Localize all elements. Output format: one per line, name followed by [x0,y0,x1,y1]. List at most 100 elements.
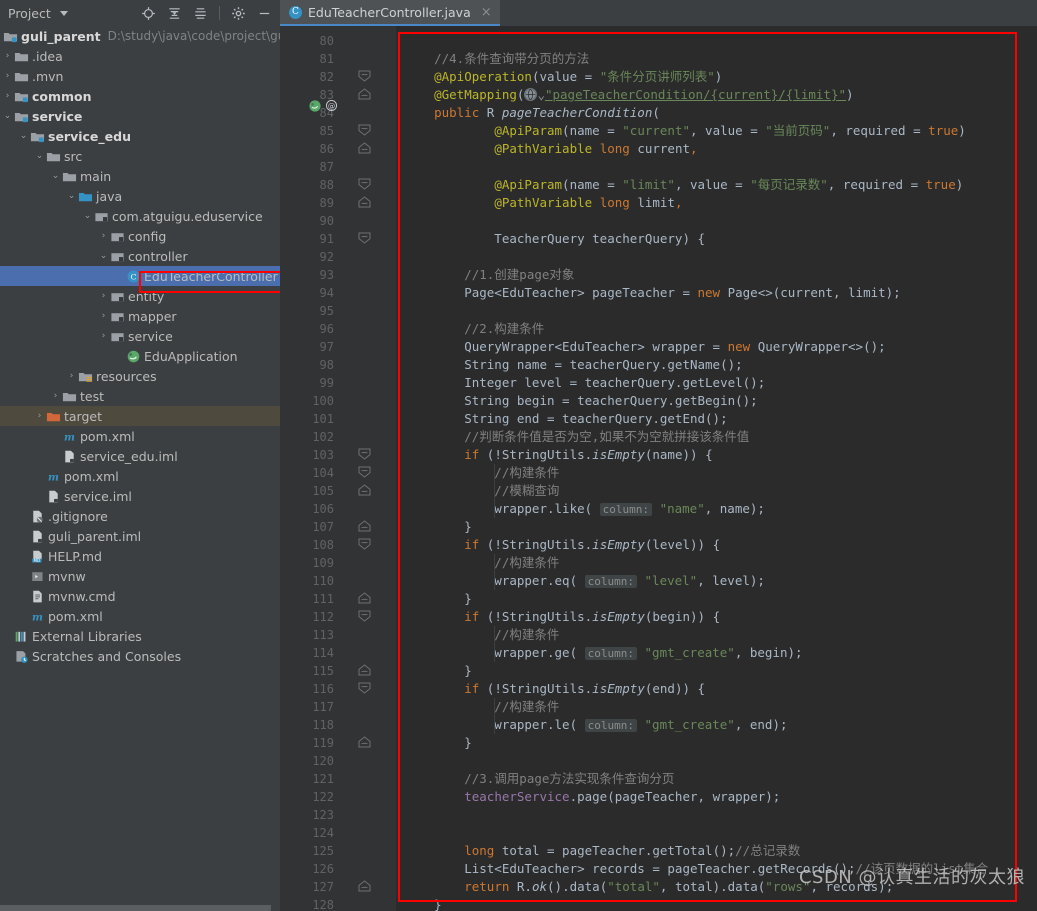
tree-item-target[interactable]: › target [0,406,280,426]
chevron-right-icon[interactable]: › [98,331,109,341]
fold-marker-down[interactable] [358,124,371,137]
tree-item-mvnw-cmd[interactable]: mvnw.cmd [0,586,280,606]
tree-item-pom-xml[interactable]: m pom.xml [0,606,280,626]
chevron-right-icon[interactable]: › [2,71,13,81]
chevron-right-icon[interactable]: › [98,311,109,321]
module-icon [13,89,29,104]
tree-item-guli-parent-iml[interactable]: guli_parent.iml [0,526,280,546]
project-tree[interactable]: guli_parent D:\study\java\code\project\gu… [0,26,280,911]
fold-marker-down[interactable] [358,232,371,245]
fold-marker-up[interactable] [358,520,371,533]
editor-gutter[interactable]: 80 81 82 83 84 85 86 87 88 89 90 91 92 93 94 95 96 97 98 99… [280,26,396,911]
line-number: 112 [312,610,334,624]
fold-marker-up[interactable] [358,142,371,155]
tree-item-com-atguigu-eduservice[interactable]: ⌄ com.atguigu.eduservice [0,206,280,226]
fold-marker-up[interactable] [358,880,371,893]
tree-item-service[interactable]: ⌄ service [0,106,280,126]
close-icon[interactable]: × [481,6,492,19]
tree-item-service[interactable]: › service [0,326,280,346]
tree-item-label: pom.xml [64,468,119,484]
chevron-down-icon[interactable] [59,10,68,16]
chevron-down-icon[interactable]: ⌄ [98,251,109,261]
expand-all-icon[interactable] [167,6,182,21]
chevron-right-icon[interactable]: › [66,371,77,381]
tree-item-config[interactable]: › config [0,226,280,246]
project-panel-title[interactable]: Project [8,6,51,21]
chevron-right-icon[interactable]: › [2,51,13,61]
fold-marker-down[interactable] [358,682,371,695]
tree-item-service-edu[interactable]: ⌄ service_edu [0,126,280,146]
annotation-icon[interactable]: @ [325,99,338,115]
minimize-icon[interactable] [257,6,272,21]
chevron-down-icon[interactable]: ⌄ [18,131,29,141]
tree-item-pom-xml[interactable]: m pom.xml [0,466,280,486]
chevron-down-icon[interactable]: ⌄ [2,111,13,121]
tree-item-external-libraries[interactable]: External Libraries [0,626,280,646]
parameter-hint: column: [584,575,637,588]
collapse-all-icon[interactable] [193,6,208,21]
gear-icon[interactable] [231,6,246,21]
tree-item-src[interactable]: ⌄ src [0,146,280,166]
web-globe-icon[interactable] [524,88,538,101]
svg-text:C: C [130,272,136,281]
code-token: } [404,591,472,606]
fold-marker-down[interactable] [358,70,371,83]
tree-item--idea[interactable]: › .idea [0,46,280,66]
code-line: @GetMapping(⌄"pageTeacherCondition/{curr… [404,86,853,104]
tree-item-test[interactable]: › test [0,386,280,406]
chevron-down-icon[interactable]: ⌄ [82,211,93,221]
tree-root-row[interactable]: guli_parent D:\study\java\code\project\gu… [0,26,280,46]
fold-marker-down[interactable] [358,466,371,479]
tree-item-eduapplication[interactable]: EduApplication [0,346,280,366]
fold-marker-up[interactable] [358,88,371,101]
chevron-right-icon[interactable]: › [34,411,45,421]
tree-item-controller[interactable]: ⌄ controller [0,246,280,266]
tree-item--mvn[interactable]: › .mvn [0,66,280,86]
fold-marker-up[interactable] [358,196,371,209]
tree-item-entity[interactable]: › entity [0,286,280,306]
spring-run-icon[interactable] [308,99,322,116]
code-token: } [404,519,472,534]
tree-item-common[interactable]: › common [0,86,280,106]
chevron-right-icon[interactable]: › [98,291,109,301]
editor-horizontal-scrollbar[interactable] [280,904,1037,911]
tree-item-mapper[interactable]: › mapper [0,306,280,326]
tree-item-mvnw[interactable]: mvnw [0,566,280,586]
tree-item-pom-xml[interactable]: m pom.xml [0,426,280,446]
fold-marker-down[interactable] [358,538,371,551]
fold-marker-up[interactable] [358,484,371,497]
gutter-run-markers[interactable]: @ [308,98,338,116]
fold-marker-down[interactable] [358,448,371,461]
code-token: isEmpty [592,681,645,696]
chevron-right-icon[interactable]: › [50,391,61,401]
fold-marker-down[interactable] [358,610,371,623]
tree-item-resources[interactable]: › resources [0,366,280,386]
code-editor[interactable]: 80 81 82 83 84 85 86 87 88 89 90 91 92 93 94 95 96 97 98 99… [280,26,1037,911]
tree-item-service-edu-iml[interactable]: service_edu.iml [0,446,280,466]
code-line: Page<EduTeacher> pageTeacher = new Page<… [404,284,901,302]
chevron-down-icon[interactable]: ⌄ [34,151,45,161]
locate-icon[interactable] [141,6,156,21]
fold-marker-up[interactable] [358,664,371,677]
code-line: @PathVariable long current, [404,140,697,158]
tree-item--gitignore[interactable]: .gitignore [0,506,280,526]
chevron-down-icon[interactable]: ⌄ [537,87,545,102]
line-number: 119 [312,736,334,750]
tree-item-java[interactable]: ⌄ java [0,186,280,206]
code-text-area[interactable]: //4.条件查询带分页的方法 @ApiOperation(value = "条件… [396,26,1037,911]
fold-marker-up[interactable] [358,592,371,605]
fold-marker-up[interactable] [358,736,371,749]
fold-marker-down[interactable] [358,178,371,191]
chevron-down-icon[interactable]: ⌄ [66,191,77,201]
chevron-right-icon[interactable]: › [98,231,109,241]
tree-item-eduteachercontroller[interactable]: C EduTeacherController [0,266,280,286]
chevron-right-icon[interactable]: › [2,91,13,101]
tree-item-scratches-and-consoles[interactable]: Scratches and Consoles [0,646,280,666]
tab-edu-teacher-controller[interactable]: C EduTeacherController.java × [280,0,500,26]
tree-item-help-md[interactable]: MD HELP.md [0,546,280,566]
tree-item-main[interactable]: ⌄ main [0,166,280,186]
tree-horizontal-scrollbar[interactable] [0,904,280,911]
chevron-down-icon[interactable]: ⌄ [50,171,61,181]
tree-item-service-iml[interactable]: service.iml [0,486,280,506]
